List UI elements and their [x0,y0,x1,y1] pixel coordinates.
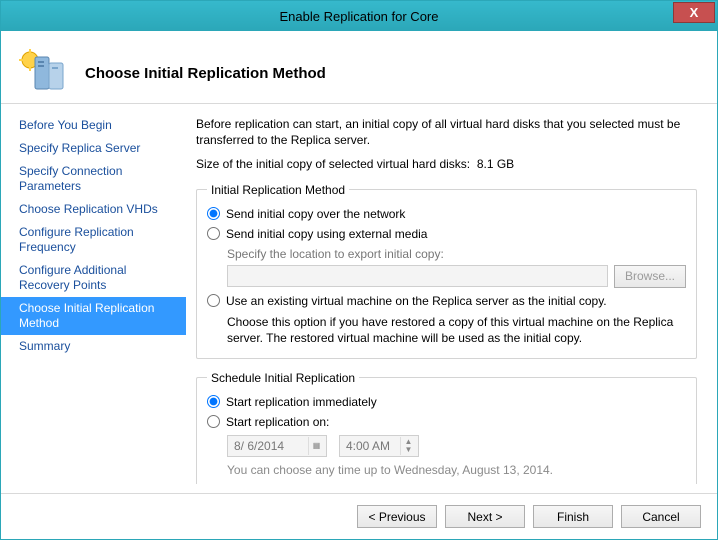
wizard-footer: < Previous Next > Finish Cancel [1,493,717,539]
wizard-icon [19,49,67,97]
label-use-existing-vm[interactable]: Use an existing virtual machine on the R… [226,294,607,308]
radio-start-on[interactable] [207,415,220,428]
browse-button: Browse... [614,265,686,288]
step-specify-replica-server[interactable]: Specify Replica Server [1,137,186,160]
label-send-over-network[interactable]: Send initial copy over the network [226,207,405,221]
radio-send-over-network[interactable] [207,207,220,220]
label-start-immediately[interactable]: Start replication immediately [226,395,377,409]
titlebar: Enable Replication for Core X [1,1,717,31]
step-configure-replication-frequency[interactable]: Configure Replication Frequency [1,221,186,259]
radio-send-external-media[interactable] [207,227,220,240]
previous-button[interactable]: < Previous [357,505,437,528]
step-choose-initial-replication-method[interactable]: Choose Initial Replication Method [1,297,186,335]
initial-replication-method-group: Initial Replication Method Send initial … [196,183,697,359]
wizard-sidebar: Before You Begin Specify Replica Server … [1,104,186,484]
step-before-you-begin[interactable]: Before You Begin [1,114,186,137]
step-configure-recovery-points[interactable]: Configure Additional Recovery Points [1,259,186,297]
finish-button[interactable]: Finish [533,505,613,528]
existing-help-text: Choose this option if you have restored … [227,314,686,346]
page-title: Choose Initial Replication Method [85,65,326,82]
time-picker: 4:00 AM ▲▼ [339,435,419,457]
size-value: 8.1 GB [477,157,514,171]
export-path-input [227,265,608,287]
external-sub-label: Specify the location to export initial c… [227,247,686,261]
close-button[interactable]: X [673,2,715,23]
label-start-on[interactable]: Start replication on: [226,415,329,429]
schedule-initial-replication-group: Schedule Initial Replication Start repli… [196,371,697,484]
radio-start-immediately[interactable] [207,395,220,408]
step-specify-connection-parameters[interactable]: Specify Connection Parameters [1,160,186,198]
calendar-icon: ▦ [308,437,324,455]
wizard-content: Before replication can start, an initial… [186,104,717,484]
window-title: Enable Replication for Core [280,9,439,24]
size-line: Size of the initial copy of selected vir… [196,156,697,172]
size-label: Size of the initial copy of selected vir… [196,157,470,171]
schedule-legend: Schedule Initial Replication [207,371,359,385]
date-picker: 8/ 6/2014 ▦ [227,435,327,457]
schedule-hint: You can choose any time up to Wednesday,… [227,463,686,477]
step-choose-replication-vhds[interactable]: Choose Replication VHDs [1,198,186,221]
label-send-external-media[interactable]: Send initial copy using external media [226,227,427,241]
method-legend: Initial Replication Method [207,183,349,197]
step-summary[interactable]: Summary [1,335,186,358]
next-button[interactable]: Next > [445,505,525,528]
radio-use-existing-vm[interactable] [207,294,220,307]
time-value: 4:00 AM [346,439,396,453]
intro-text: Before replication can start, an initial… [196,116,697,148]
wizard-header: Choose Initial Replication Method [1,31,717,103]
date-value: 8/ 6/2014 [234,439,304,453]
time-spinner: ▲▼ [400,437,416,455]
cancel-button[interactable]: Cancel [621,505,701,528]
